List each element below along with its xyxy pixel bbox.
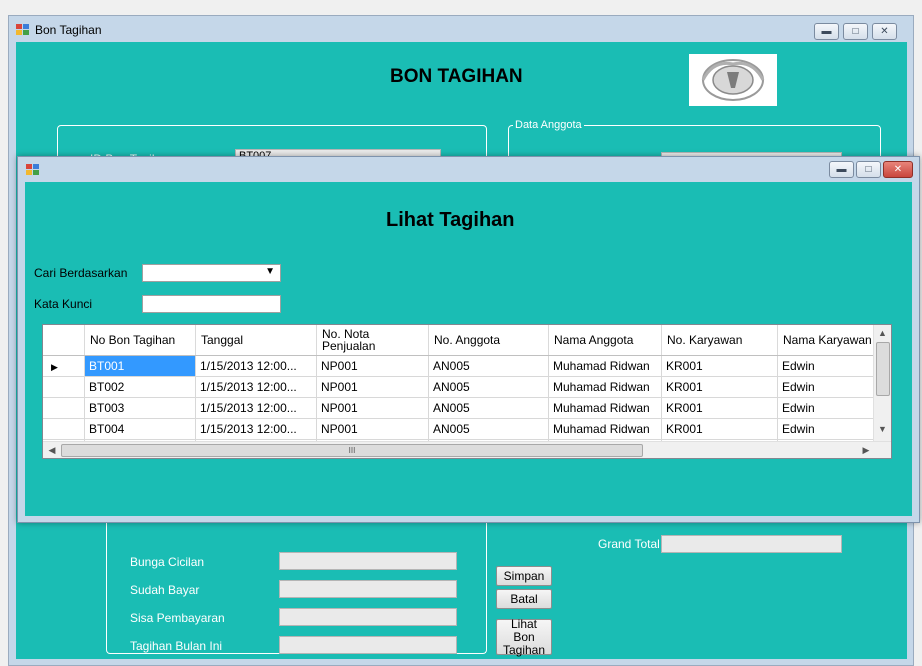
table-cell[interactable]: AN005 bbox=[428, 418, 549, 440]
maximize-icon: □ bbox=[852, 26, 859, 37]
scroll-down-icon[interactable]: ▼ bbox=[874, 421, 891, 437]
maximize-icon: □ bbox=[865, 164, 872, 175]
table-cell[interactable]: Edwin bbox=[777, 397, 878, 419]
table-cell[interactable]: NP001 bbox=[316, 355, 429, 377]
main-window-title: Bon Tagihan bbox=[35, 23, 102, 37]
bunga-cicilan-field[interactable] bbox=[279, 552, 457, 570]
dialog-minimize-button[interactable]: ▬ bbox=[829, 161, 854, 178]
dialog-title: Lihat Tagihan bbox=[386, 209, 515, 231]
table-row[interactable]: BT002 1/15/2013 12:00... NP001 AN005 Muhamad… bbox=[43, 376, 889, 398]
cari-berdasarkan-label: Cari Berdasarkan bbox=[34, 266, 128, 280]
table-cell[interactable]: KR001 bbox=[661, 376, 778, 398]
dialog-app-icon bbox=[26, 164, 40, 176]
table-cell[interactable]: 1/15/2013 12:00... bbox=[195, 355, 317, 377]
column-header[interactable]: Tanggal bbox=[195, 325, 317, 356]
dialog-maximize-button[interactable]: □ bbox=[856, 161, 881, 178]
table-cell[interactable]: BT003 bbox=[84, 397, 196, 419]
table-cell[interactable]: Muhamad Ridwan bbox=[548, 376, 662, 398]
table-cell[interactable]: AN005 bbox=[428, 355, 549, 377]
table-cell[interactable]: Edwin bbox=[777, 376, 878, 398]
emblem-logo bbox=[689, 54, 777, 106]
bunga-cicilan-label: Bunga Cicilan bbox=[130, 555, 205, 569]
table-row[interactable]: ▶ BT001 1/15/2013 12:00... NP001 AN005 Muhama… bbox=[43, 355, 889, 377]
row-header-corner bbox=[43, 325, 85, 356]
grid-vertical-scrollbar[interactable]: ▲ ▼ bbox=[873, 325, 891, 443]
table-cell[interactable]: AN005 bbox=[428, 376, 549, 398]
table-cell[interactable]: 1/15/2013 12:00... bbox=[195, 376, 317, 398]
table-cell[interactable]: NP001 bbox=[316, 376, 429, 398]
cari-berdasarkan-dropdown[interactable]: ▼ bbox=[142, 264, 281, 282]
column-header[interactable]: Nama Karyawan bbox=[777, 325, 878, 356]
main-window-titlebar[interactable]: Bon Tagihan ▬ □ ✕ bbox=[9, 16, 913, 42]
column-header[interactable]: Nama Anggota bbox=[548, 325, 662, 356]
table-row[interactable]: BT004 1/15/2013 12:00... NP001 AN005 Muhamad… bbox=[43, 418, 889, 440]
table-cell[interactable]: BT004 bbox=[84, 418, 196, 440]
table-cell[interactable]: 1/15/2013 12:00... bbox=[195, 418, 317, 440]
dialog-client: Lihat Tagihan Cari Berdasarkan ▼ Kata Ku… bbox=[25, 182, 912, 516]
close-icon: ✕ bbox=[880, 26, 889, 37]
tagihan-grid[interactable]: No Bon Tagihan Tanggal No. Nota Penjuala… bbox=[42, 324, 892, 459]
column-header[interactable]: No. Karyawan bbox=[661, 325, 778, 356]
dialog-titlebar[interactable]: ▬ □ ✕ bbox=[18, 157, 919, 182]
grid-header-row: No Bon Tagihan Tanggal No. Nota Penjuala… bbox=[43, 325, 889, 356]
current-row-icon: ▶ bbox=[51, 362, 58, 372]
table-cell[interactable]: KR001 bbox=[661, 397, 778, 419]
table-cell[interactable]: Muhamad Ridwan bbox=[548, 355, 662, 377]
simpan-button[interactable]: Simpan bbox=[496, 566, 552, 586]
table-cell[interactable]: KR001 bbox=[661, 418, 778, 440]
close-button[interactable]: ✕ bbox=[872, 23, 897, 40]
grid-horizontal-scrollbar[interactable]: ◀ III ▶ bbox=[43, 441, 891, 458]
table-cell[interactable]: NP001 bbox=[316, 418, 429, 440]
table-cell[interactable]: Edwin bbox=[777, 418, 878, 440]
lihat-bon-tagihan-button[interactable]: Lihat Bon Tagihan bbox=[496, 617, 552, 656]
scroll-right-icon[interactable]: ▶ bbox=[859, 442, 873, 458]
table-cell[interactable]: Muhamad Ridwan bbox=[548, 397, 662, 419]
table-cell[interactable]: 1/15/2013 12:00... bbox=[195, 397, 317, 419]
kata-kunci-input[interactable] bbox=[142, 295, 281, 313]
row-header[interactable] bbox=[43, 376, 85, 398]
table-row[interactable]: BT003 1/15/2013 12:00... NP001 AN005 Muhamad… bbox=[43, 397, 889, 419]
app-icon bbox=[16, 24, 30, 36]
table-cell[interactable]: KR001 bbox=[661, 355, 778, 377]
row-header[interactable]: ▶ bbox=[43, 355, 85, 377]
scroll-up-icon[interactable]: ▲ bbox=[874, 325, 891, 341]
table-cell[interactable]: Edwin bbox=[777, 355, 878, 377]
table-cell[interactable]: BT001 bbox=[84, 355, 196, 377]
table-cell[interactable]: NP001 bbox=[316, 397, 429, 419]
table-cell[interactable]: BT002 bbox=[84, 376, 196, 398]
close-icon: ✕ bbox=[893, 164, 903, 175]
chevron-down-icon: ▼ bbox=[265, 266, 275, 277]
row-header[interactable] bbox=[43, 418, 85, 440]
lihat-tagihan-dialog: ▬ □ ✕ Lihat Tagihan Cari Berdasarkan ▼ K… bbox=[17, 156, 920, 523]
scroll-left-icon[interactable]: ◀ bbox=[45, 442, 59, 458]
tagihan-table: No Bon Tagihan Tanggal No. Nota Penjuala… bbox=[43, 325, 889, 458]
minimize-icon: ▬ bbox=[836, 164, 847, 175]
column-header[interactable]: No Bon Tagihan bbox=[84, 325, 196, 356]
horizontal-scroll-thumb[interactable]: III bbox=[61, 444, 643, 457]
dialog-close-button[interactable]: ✕ bbox=[883, 161, 913, 178]
maximize-button[interactable]: □ bbox=[843, 23, 868, 40]
tagihan-bulan-ini-label: Tagihan Bulan Ini bbox=[130, 639, 223, 653]
page-title: BON TAGIHAN bbox=[390, 66, 523, 87]
tagihan-bulan-ini-field[interactable] bbox=[279, 636, 457, 654]
grand-total-field[interactable] bbox=[661, 535, 842, 553]
sudah-bayar-label: Sudah Bayar bbox=[130, 583, 200, 597]
sisa-pembayaran-label: Sisa Pembayaran bbox=[130, 611, 225, 625]
vertical-scroll-thumb[interactable] bbox=[876, 342, 890, 396]
minimize-button[interactable]: ▬ bbox=[814, 23, 839, 40]
table-cell[interactable]: AN005 bbox=[428, 397, 549, 419]
kata-kunci-label: Kata Kunci bbox=[34, 297, 93, 311]
batal-button[interactable]: Batal bbox=[496, 589, 552, 609]
column-header[interactable]: No. Anggota bbox=[428, 325, 549, 356]
sisa-pembayaran-field[interactable] bbox=[279, 608, 457, 626]
minimize-icon: ▬ bbox=[821, 26, 832, 37]
data-anggota-legend: Data Anggota bbox=[513, 119, 584, 131]
column-header[interactable]: No. Nota Penjualan bbox=[316, 325, 429, 356]
row-header[interactable] bbox=[43, 397, 85, 419]
sudah-bayar-field[interactable] bbox=[279, 580, 457, 598]
table-cell[interactable]: Muhamad Ridwan bbox=[548, 418, 662, 440]
grand-total-label: Grand Total bbox=[598, 537, 660, 551]
